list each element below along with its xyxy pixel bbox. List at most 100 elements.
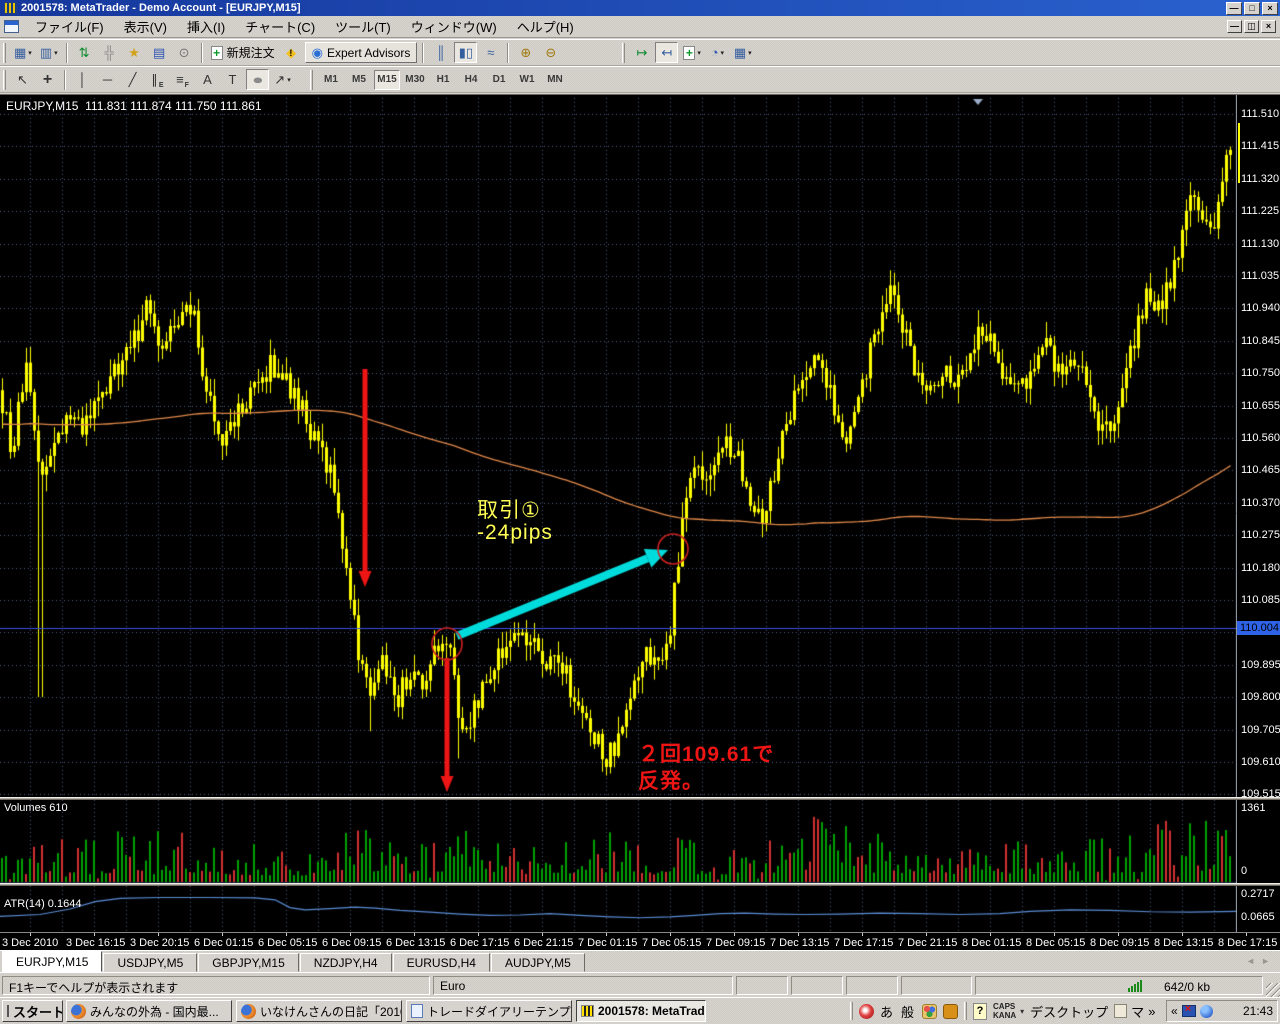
price-label: 111.035: [1241, 270, 1279, 282]
toolbar-overflow-chevron[interactable]: »: [1148, 1004, 1155, 1019]
pane-separator[interactable]: [0, 797, 1280, 800]
expert-advisors-button[interactable]: ◉Expert Advisors: [305, 42, 418, 63]
new-chart-button[interactable]: ▦▾: [11, 42, 35, 63]
toolbar-grip[interactable]: [3, 70, 6, 90]
toolbar-grip[interactable]: [850, 1002, 853, 1020]
data-window-button[interactable]: ▤: [148, 42, 171, 63]
resize-grip[interactable]: [1266, 983, 1280, 997]
strategy-tester-button[interactable]: ⊙: [173, 42, 196, 63]
vertical-line-button[interactable]: │: [71, 69, 94, 90]
tab-AUDJPY-M5[interactable]: AUDJPY,M5: [491, 953, 585, 972]
menu-item-4[interactable]: ツール(T): [325, 15, 401, 38]
minimize-button[interactable]: —: [1226, 2, 1242, 15]
market-watch-button[interactable]: ⇅: [73, 42, 96, 63]
timeframe-W1[interactable]: W1: [514, 70, 540, 90]
text-button[interactable]: A: [196, 69, 219, 90]
menu-item-5[interactable]: ウィンドウ(W): [401, 15, 507, 38]
child-restore-button[interactable]: ◫: [1244, 20, 1259, 33]
crosshair-button[interactable]: +: [36, 69, 59, 90]
chart-window-icon[interactable]: [4, 20, 19, 33]
tab-USDJPY-M5[interactable]: USDJPY,M5: [103, 953, 197, 972]
timeframe-M15[interactable]: M15: [374, 70, 400, 90]
toolbar-grip[interactable]: [3, 43, 6, 63]
tray-app-icon[interactable]: [1200, 1005, 1213, 1018]
favorites-button[interactable]: ★: [123, 42, 146, 63]
ime-dropdown-icon[interactable]: ▾: [1020, 1007, 1024, 1016]
channel-button[interactable]: ∥E: [146, 69, 169, 90]
timeframe-H1[interactable]: H1: [430, 70, 456, 90]
horizontal-line-button[interactable]: ─: [96, 69, 119, 90]
desktop-toolbar-label[interactable]: デスクトップ: [1030, 1002, 1108, 1021]
network-status-icon[interactable]: ×: [1182, 1005, 1196, 1017]
time-axis[interactable]: 3 Dec 20103 Dec 16:153 Dec 20:156 Dec 01…: [0, 932, 1280, 951]
task-button-1[interactable]: いなけんさんの日記「2010...: [236, 1000, 402, 1022]
menu-item-2[interactable]: 挿入(I): [177, 15, 235, 38]
zoom-out-button[interactable]: ⊖: [539, 42, 562, 63]
zoom-in-button[interactable]: ⊕: [514, 42, 537, 63]
ime-icon[interactable]: [859, 1004, 874, 1019]
profiles-button[interactable]: ▥▾: [37, 42, 61, 63]
periods-button[interactable]: ◔▾: [706, 42, 729, 63]
text-label-button[interactable]: T: [221, 69, 244, 90]
bar-chart-button[interactable]: ║: [429, 42, 452, 63]
cursor-button[interactable]: ↖: [11, 69, 34, 90]
clipboard-icon[interactable]: [1114, 1004, 1127, 1018]
timeframe-M1[interactable]: M1: [318, 70, 344, 90]
toolbar-grip[interactable]: [964, 1002, 967, 1020]
task-button-3[interactable]: 2001578: MetaTrade...: [576, 1000, 706, 1022]
menu-item-1[interactable]: 表示(V): [114, 15, 177, 38]
auto-scroll-button[interactable]: ↦: [630, 42, 653, 63]
ime-help-button[interactable]: ?: [973, 1003, 987, 1020]
navigator-button[interactable]: ╬: [98, 42, 121, 63]
time-label: 3 Dec 20:15: [130, 937, 189, 949]
arrows-button[interactable]: ↗▾: [271, 69, 294, 90]
timeframe-D1[interactable]: D1: [486, 70, 512, 90]
maximize-button[interactable]: □: [1244, 2, 1260, 15]
tab-EURUSD-H4[interactable]: EURUSD,H4: [393, 953, 490, 972]
chart-tabs: EURJPY,M15USDJPY,M5GBPJPY,M15NZDJPY,H4EU…: [0, 950, 1280, 972]
tab-NZDJPY-H4[interactable]: NZDJPY,H4: [300, 953, 392, 972]
price-label: 110.275: [1241, 529, 1280, 541]
child-close-button[interactable]: ×: [1261, 20, 1276, 33]
tab-EURJPY-M15[interactable]: EURJPY,M15: [2, 951, 102, 972]
ime-input-mode[interactable]: あ: [880, 1002, 893, 1021]
title-bar[interactable]: 2001578: MetaTrader - Demo Account - [EU…: [0, 0, 1280, 16]
chart-shift-button[interactable]: ↤: [655, 42, 678, 63]
timeframe-MN[interactable]: MN: [542, 70, 568, 90]
time-tick: [734, 933, 735, 936]
clock[interactable]: 21:43: [1243, 1004, 1273, 1018]
timeframe-M5[interactable]: M5: [346, 70, 372, 90]
time-label: 6 Dec 21:15: [514, 937, 573, 949]
price-axis[interactable]: 110.004 1361 0 0.2717 0.0665 111.510111.…: [1237, 95, 1280, 932]
line-chart-button[interactable]: ≈: [479, 42, 502, 63]
ime-pad-icon[interactable]: [922, 1004, 937, 1019]
fibonacci-button[interactable]: ≡F: [171, 69, 194, 90]
timeframe-M30[interactable]: M30: [402, 70, 428, 90]
new-order-button[interactable]: +新規注文: [208, 42, 278, 63]
candlestick-chart-button[interactable]: ▮▯: [454, 42, 477, 63]
tab-scroll-arrows[interactable]: ◄►: [1246, 956, 1276, 966]
close-button[interactable]: ×: [1262, 2, 1278, 15]
menu-item-3[interactable]: チャート(C): [235, 15, 325, 38]
tray-collapse-chevron[interactable]: «: [1171, 1004, 1178, 1018]
task-button-0[interactable]: みんなの外為 - 国内最...: [66, 1000, 232, 1022]
caps-kana-indicator[interactable]: CAPSKANA: [993, 1002, 1016, 1020]
child-minimize-button[interactable]: —: [1227, 20, 1242, 33]
start-button[interactable]: スタート: [2, 1000, 63, 1022]
ime-tools-icon[interactable]: [943, 1004, 958, 1019]
ime-conversion-mode[interactable]: 般: [901, 1002, 914, 1021]
price-chart[interactable]: [0, 95, 1237, 932]
tab-GBPJPY-M15[interactable]: GBPJPY,M15: [198, 953, 298, 972]
timeframe-H4[interactable]: H4: [458, 70, 484, 90]
alert-button[interactable]: ◆!: [280, 42, 303, 63]
menu-item-6[interactable]: ヘルプ(H): [507, 15, 584, 38]
templates-button[interactable]: ▦▾: [731, 42, 755, 63]
menu-item-0[interactable]: ファイル(F): [25, 15, 114, 38]
task-button-2[interactable]: トレードダイアリーテンプレー...: [406, 1000, 572, 1022]
indicators-button[interactable]: +▾: [680, 42, 704, 63]
toolbar-grip[interactable]: [622, 43, 625, 63]
pane-separator[interactable]: [0, 883, 1280, 886]
trendline-button[interactable]: ╱: [121, 69, 144, 90]
ellipse-button[interactable]: ●: [246, 69, 269, 90]
toolbar-grip[interactable]: [310, 70, 313, 90]
